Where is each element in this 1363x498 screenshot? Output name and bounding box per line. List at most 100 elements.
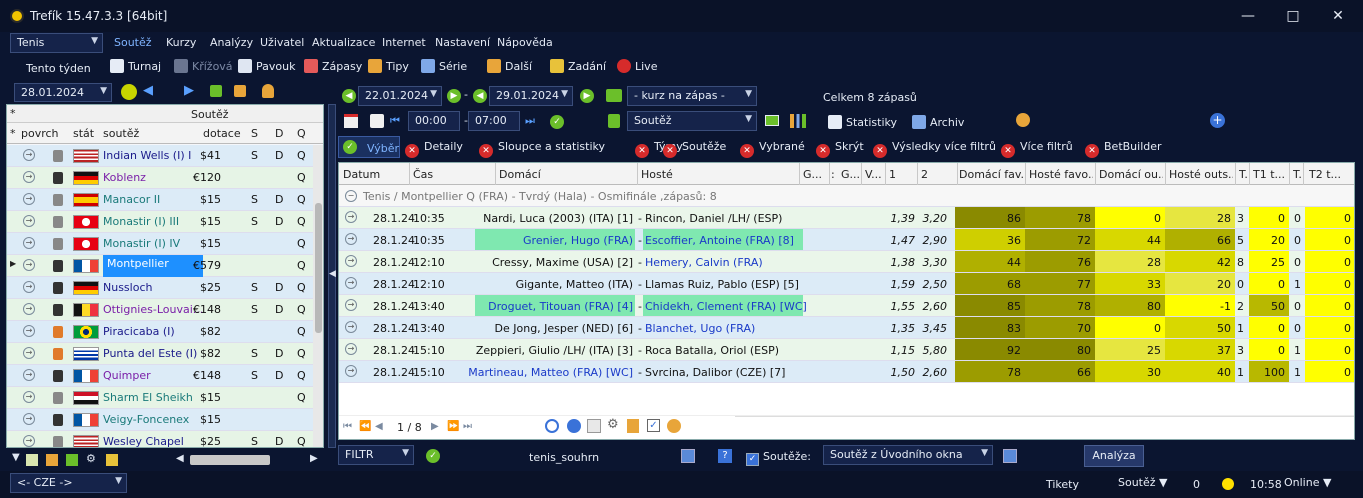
online-status-menu[interactable]: Online ▼ [1284, 476, 1331, 489]
go-icon[interactable]: → [345, 365, 357, 377]
clipboard-icon[interactable] [627, 419, 639, 433]
col-separator[interactable] [1235, 163, 1236, 185]
vice-filtru-button[interactable]: ✕ Více filtrů [1001, 140, 1073, 158]
menu-analyzy[interactable]: Analýzy [210, 36, 253, 49]
competition-name[interactable]: Manacor II [103, 193, 160, 206]
go-icon[interactable]: → [23, 237, 35, 249]
grid-col-header[interactable]: Hosté outs... [1169, 168, 1233, 181]
grid-col-header[interactable]: 2 [921, 168, 955, 181]
table-row[interactable]: → 28.1.24 13:40 De Jong, Jesper (NED) [6] - B… [339, 317, 1354, 339]
go-icon[interactable]: → [345, 321, 357, 333]
competition-row[interactable]: → Manacor II $15 S D Q [7, 189, 317, 211]
away-player[interactable]: Hemery, Calvin (FRA) [645, 256, 763, 269]
competition-row[interactable]: → Quimper €148 S D Q [7, 365, 317, 387]
help-icon[interactable]: ? [718, 449, 732, 463]
grid-col-header[interactable]: G... [841, 168, 859, 181]
go-icon[interactable]: → [23, 171, 35, 183]
confirm-icon[interactable]: ✓ [550, 115, 564, 129]
competition-row[interactable]: ▶ → Montpellier €579 Q [7, 255, 317, 277]
move-icon[interactable] [587, 419, 601, 433]
competition-name[interactable]: Monastir (I) IV [103, 237, 180, 250]
table-row[interactable]: → 28.1.24 10:35 Nardi, Luca (2003) (ITA) [1… [339, 207, 1354, 229]
week-label[interactable]: Tento týden [26, 62, 91, 75]
skryt-button[interactable]: ✕ Skrýt [816, 140, 864, 158]
last-icon[interactable]: ⏭ [525, 114, 535, 128]
go-icon[interactable]: → [23, 303, 35, 315]
menu-internet[interactable]: Internet [382, 36, 426, 49]
go-icon[interactable]: → [345, 211, 357, 223]
menu-kurzy[interactable]: Kurzy [166, 36, 196, 49]
competition-scrollbar[interactable] [313, 145, 323, 447]
time-to-input[interactable]: 07:00 [468, 111, 520, 131]
grid-col-header[interactable]: Domácí [499, 168, 635, 181]
away-player[interactable]: Chidekh, Clement (FRA) [WC] [645, 300, 807, 313]
coins-icon[interactable] [1016, 113, 1030, 127]
kurz-select[interactable]: - kurz na zápas - ▼ [627, 86, 757, 106]
col-separator[interactable] [885, 163, 886, 185]
table-row[interactable]: → 28.1.24 12:10 Gigante, Matteo (ITA) - Llama… [339, 273, 1354, 295]
tournament-icon[interactable] [234, 85, 246, 97]
competition-name[interactable]: Monastir (I) III [103, 215, 179, 228]
col-separator[interactable] [1165, 163, 1166, 185]
betbuilder-button[interactable]: ✕ BetBuilder [1085, 140, 1162, 158]
filtr-select[interactable]: FILTR ▼ [338, 445, 414, 465]
grid-col-header[interactable]: T2 t... [1309, 168, 1353, 181]
col-separator[interactable] [917, 163, 918, 185]
tennis-ball-icon[interactable] [121, 84, 137, 100]
grid-col-header[interactable]: T1 t... [1253, 168, 1287, 181]
go-icon[interactable]: → [23, 281, 35, 293]
go-icon[interactable]: → [23, 413, 35, 425]
pager-prev-page-icon[interactable]: ⏪ [359, 421, 371, 432]
analyza-button[interactable]: Analýza [1084, 445, 1144, 467]
away-player[interactable]: Llamas Ruiz, Pablo (ESP) [5] [645, 278, 799, 291]
competition-name[interactable]: Nussloch [103, 281, 152, 294]
next-date-icon[interactable]: ▶ [580, 89, 594, 103]
col-separator[interactable] [1025, 163, 1026, 185]
date-next-icon[interactable]: ▶ [447, 89, 461, 103]
search-icon[interactable] [545, 419, 559, 433]
table-row[interactable]: → 28.1.24 15:10 Zeppieri, Giulio /LH/ (ITA)… [339, 339, 1354, 361]
checkbox-icon[interactable]: ✓ [647, 419, 660, 432]
col-s[interactable]: S [251, 127, 258, 140]
competition-row[interactable]: → Indian Wells (I) I $41 S D Q [7, 145, 317, 167]
competition-name[interactable]: Punta del Este (I) [103, 347, 197, 360]
menu-aktualizace[interactable]: Aktualizace [312, 36, 375, 49]
go-icon[interactable]: → [23, 369, 35, 381]
prev-date-icon[interactable]: ◀ [342, 89, 356, 103]
zadani-button[interactable]: Zadání [550, 59, 606, 77]
competition-row[interactable]: → Ottignies-Louvai... €148 S D Q [7, 299, 317, 321]
col-separator[interactable] [495, 163, 496, 185]
home-player[interactable]: Nardi, Luca (2003) (ITA) [1] [483, 212, 633, 225]
filter-apply-icon[interactable]: ✓ [426, 449, 440, 463]
competition-row[interactable]: → Koblenz €120 Q [7, 167, 317, 189]
go-icon[interactable]: → [23, 215, 35, 227]
go-icon[interactable]: → [345, 255, 357, 267]
competition-row[interactable]: → Punta del Este (I) $82 S D Q [7, 343, 317, 365]
export-icon[interactable] [1003, 449, 1017, 463]
col-stat[interactable]: stát [73, 127, 94, 140]
col-povrch[interactable]: povrch [21, 127, 59, 140]
move-icon[interactable] [370, 114, 384, 128]
home-player[interactable]: De Jong, Jesper (NED) [6] [495, 322, 633, 335]
competition-row[interactable]: → Monastir (I) III $15 S D Q [7, 211, 317, 233]
go-icon[interactable]: → [23, 325, 35, 337]
grid-col-header[interactable]: G... [803, 168, 827, 181]
grid-col-header[interactable]: T... [1293, 168, 1301, 181]
home-player[interactable]: Gigante, Matteo (ITA) [516, 278, 633, 291]
money-icon[interactable] [210, 85, 222, 97]
gear-icon[interactable]: ⚙ [607, 417, 619, 432]
col-separator[interactable] [1289, 163, 1290, 185]
pager-next-page-icon[interactable]: ⏩ [447, 421, 459, 432]
menu-nastaveni[interactable]: Nastavení [435, 36, 490, 49]
souteze-button[interactable]: ✕ Soutěže [663, 140, 726, 158]
col-separator[interactable] [1303, 163, 1304, 185]
grid-col-header[interactable]: V... [865, 168, 883, 181]
hand-icon[interactable] [262, 84, 274, 98]
col-separator[interactable] [1249, 163, 1250, 185]
col-soutez[interactable]: soutěž [103, 127, 139, 140]
date-prev-icon[interactable]: ◀ [473, 89, 487, 103]
home-player[interactable]: Zeppieri, Giulio /LH/ (ITA) [3] [476, 344, 633, 357]
live-button[interactable]: Live [617, 59, 657, 77]
competition-name[interactable]: Montpellier [103, 255, 203, 277]
away-player[interactable]: Blanchet, Ugo (FRA) [645, 322, 755, 335]
